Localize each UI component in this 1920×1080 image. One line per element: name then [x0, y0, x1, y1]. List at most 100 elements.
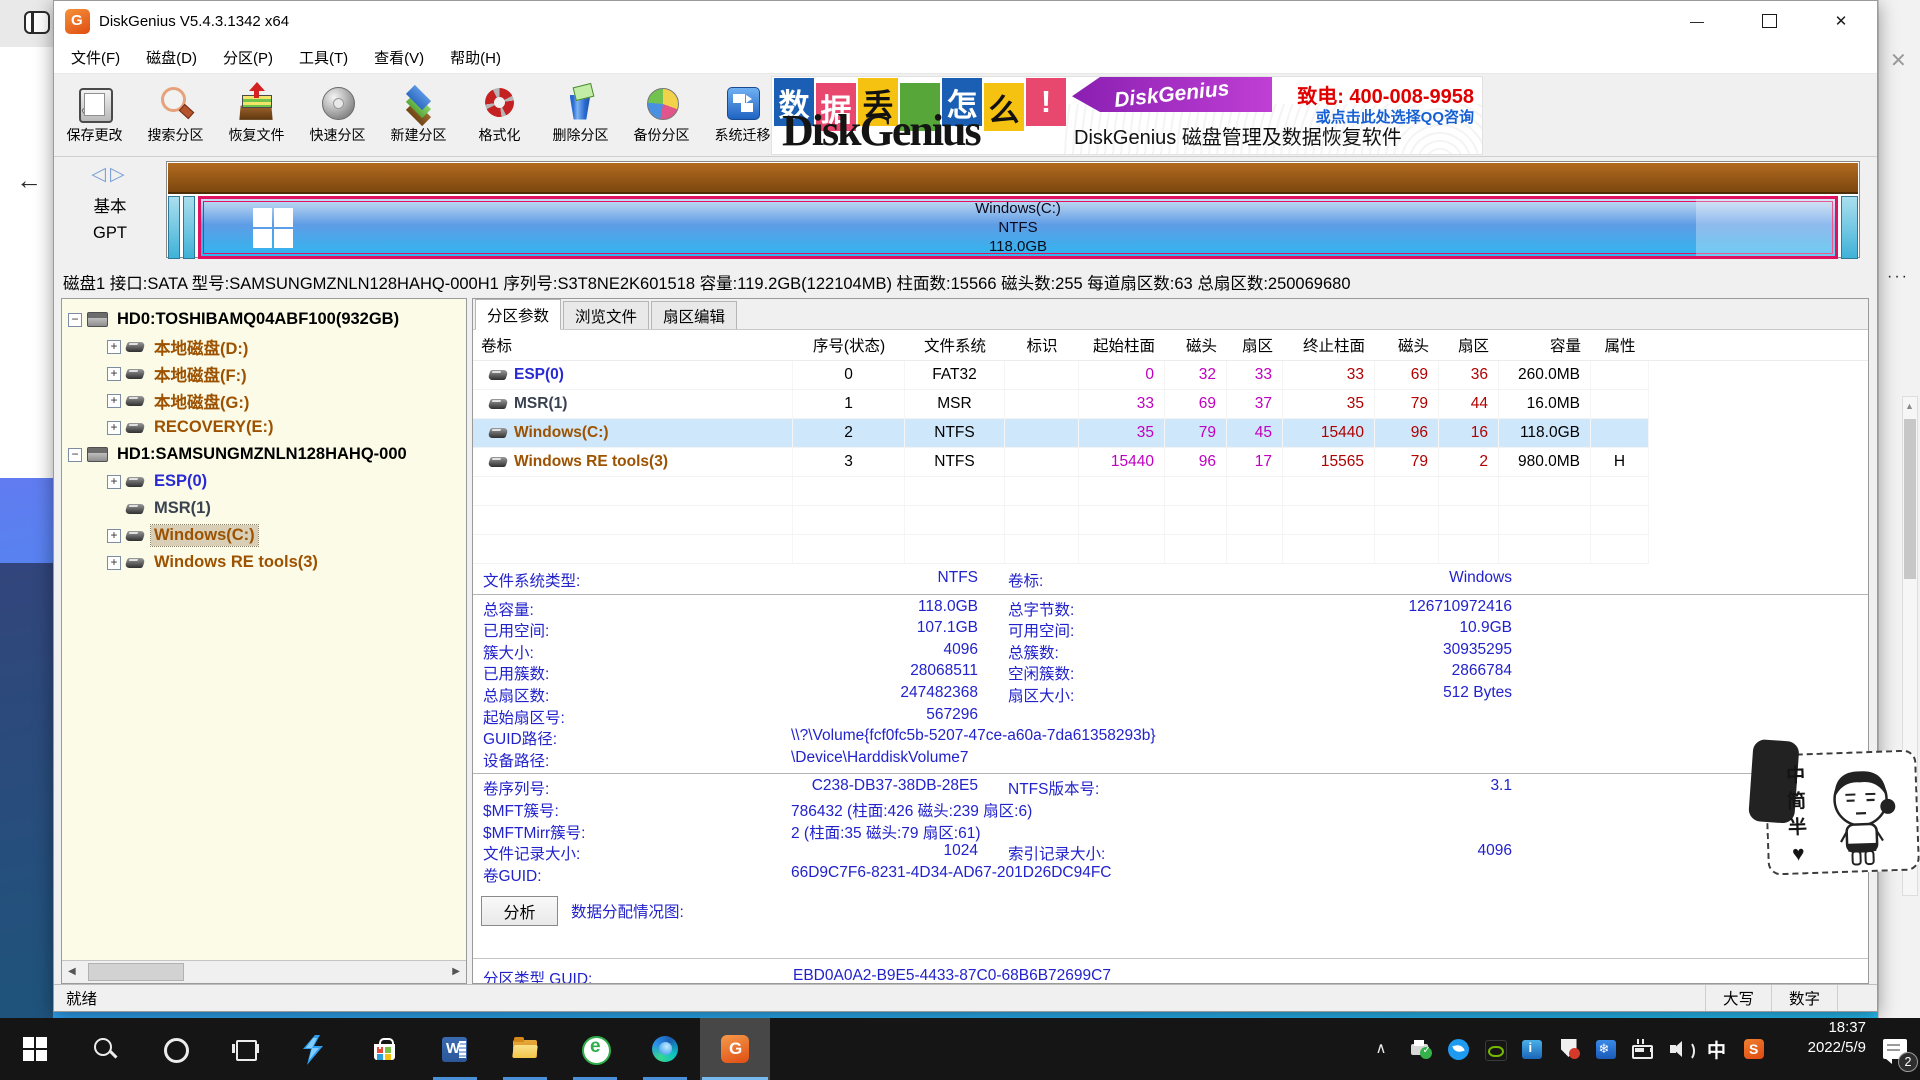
sidebar-item[interactable]: −HD0:TOSHIBAMQ04ABF100(932GB) — [62, 306, 466, 333]
tab-3[interactable]: 扇区编辑 — [651, 301, 737, 329]
disk-header-band — [168, 163, 1858, 194]
detail-value: 107.1GB — [653, 619, 978, 637]
intel-gpu-tray-button[interactable] — [1513, 1018, 1550, 1080]
snowflake-tray-button[interactable] — [1587, 1018, 1624, 1080]
menu-item-3[interactable]: 分区(P) — [210, 47, 286, 68]
sidebar-item[interactable]: +本地磁盘(G:) — [62, 387, 466, 414]
table-cell — [1005, 448, 1079, 476]
tree-horizontal-scrollbar[interactable] — [62, 960, 466, 983]
table-cell — [1499, 535, 1591, 563]
expand-icon[interactable]: + — [107, 340, 121, 354]
taskbar-clock[interactable]: 18:37 2022/5/9 — [1776, 1018, 1870, 1080]
expand-icon[interactable]: + — [107, 367, 121, 381]
sidebar-item[interactable]: +RECOVERY(E:) — [62, 414, 466, 441]
ime-zh-tray-button[interactable]: 中 — [1698, 1018, 1735, 1080]
maximize-button[interactable] — [1733, 1, 1805, 41]
sidebar-item[interactable]: +ESP(0) — [62, 468, 466, 495]
sidebar-item[interactable]: +本地磁盘(F:) — [62, 360, 466, 387]
menu-item-5[interactable]: 查看(V) — [361, 47, 437, 68]
task-view-button[interactable] — [210, 1018, 280, 1080]
sidebar-item[interactable]: +Windows RE tools(3) — [62, 549, 466, 576]
search-partition-button[interactable]: 搜索分区 — [135, 76, 216, 154]
scroll-thumb[interactable] — [88, 963, 184, 981]
quick-partition-button[interactable]: 快速分区 — [297, 76, 378, 154]
expand-icon[interactable]: + — [107, 421, 121, 435]
recover-files-button[interactable]: 恢复文件 — [216, 76, 297, 154]
word-button[interactable] — [420, 1018, 490, 1080]
partition-esp-bar[interactable] — [168, 196, 180, 259]
start-button[interactable] — [0, 1018, 70, 1080]
tray-expand-button[interactable] — [1365, 1018, 1402, 1080]
sidebar-item[interactable]: +本地磁盘(D:) — [62, 333, 466, 360]
search-button[interactable] — [70, 1018, 140, 1080]
table-row[interactable]: Windows(C:)2NTFS357945154409616118.0GB — [473, 419, 1649, 448]
table-cell — [1375, 535, 1439, 563]
table-cell — [905, 477, 1005, 505]
file-explorer-button[interactable] — [490, 1018, 560, 1080]
security-shield-tray-button[interactable] — [1550, 1018, 1587, 1080]
next-disk-icon[interactable]: ▷ — [110, 164, 129, 185]
close-button[interactable] — [1805, 1, 1877, 41]
prev-disk-icon[interactable]: ◁ — [91, 164, 110, 185]
analyze-button[interactable]: 分析 — [481, 896, 558, 926]
partition-winre-bar[interactable] — [1841, 196, 1858, 259]
sidebar-item[interactable]: MSR(1) — [62, 495, 466, 522]
tab-2[interactable]: 浏览文件 — [563, 301, 649, 329]
expand-icon[interactable]: + — [107, 475, 121, 489]
ellipsis-menu-icon[interactable]: ··· — [1887, 268, 1909, 286]
backup-partition-button[interactable]: 备份分区 — [621, 76, 702, 154]
ad-banner[interactable]: 数据丢怎么! DiskGenius DiskGenius 致电: 400-008… — [771, 76, 1483, 155]
status-grip — [1837, 985, 1877, 1011]
cartoon-character — [1812, 760, 1914, 868]
minimize-button[interactable] — [1661, 1, 1733, 41]
ime-floating-widget[interactable]: 中简半♥ — [1764, 749, 1920, 875]
sogou-tray-button[interactable] — [1735, 1018, 1772, 1080]
browser-green-button[interactable] — [560, 1018, 630, 1080]
nvidia-tray-button[interactable] — [1476, 1018, 1513, 1080]
diskgenius-button[interactable] — [700, 1018, 770, 1080]
partition-msr-bar[interactable] — [183, 196, 195, 259]
action-center-button[interactable]: 2 — [1870, 1018, 1920, 1080]
table-row[interactable]: ESP(0)0FAT3203233336936260.0MB — [473, 361, 1649, 390]
printer-tray-button[interactable] — [1402, 1018, 1439, 1080]
sidebar-item[interactable]: +Windows(C:) — [62, 522, 466, 549]
cortana-button[interactable] — [140, 1018, 210, 1080]
save-changes-button[interactable]: 保存更改 — [54, 76, 135, 154]
table-cell — [1591, 361, 1649, 389]
detail-value: 2866784 — [1163, 662, 1512, 680]
tab-1[interactable]: 分区参数 — [475, 299, 561, 330]
divider — [473, 958, 1868, 959]
table-row[interactable]: MSR(1)1MSR33693735794416.0MB — [473, 390, 1649, 419]
detail-value: 30935295 — [1163, 641, 1512, 659]
detail-label: NTFS版本号: — [1008, 777, 1099, 799]
expand-icon[interactable]: + — [107, 394, 121, 408]
menu-item-4[interactable]: 工具(T) — [286, 47, 361, 68]
edge-button[interactable] — [630, 1018, 700, 1080]
table-cell — [1283, 506, 1375, 534]
expand-icon[interactable]: + — [107, 556, 121, 570]
menu-item-2[interactable]: 磁盘(D) — [133, 47, 210, 68]
format-button[interactable]: 格式化 — [459, 76, 540, 154]
store-button[interactable] — [350, 1018, 420, 1080]
table-cell: 37 — [1227, 390, 1283, 418]
collapse-icon[interactable]: − — [68, 448, 82, 462]
new-partition-button[interactable]: 新建分区 — [378, 76, 459, 154]
detail-row: 簇大小:4096总簇数:30935295 — [473, 641, 1868, 663]
delete-partition-button[interactable]: 删除分区 — [540, 76, 621, 154]
menu-item-1[interactable]: 文件(F) — [58, 47, 133, 68]
dingtalk-tray-button[interactable] — [1439, 1018, 1476, 1080]
thunder-button[interactable] — [280, 1018, 350, 1080]
menu-item-6[interactable]: 帮助(H) — [437, 47, 514, 68]
background-close-icon[interactable]: ✕ — [1890, 48, 1907, 73]
tree-item-label: HD1:SAMSUNGMZNLN128HAHQ-000 — [114, 444, 410, 465]
table-cell: NTFS — [905, 419, 1005, 447]
expand-icon[interactable]: + — [107, 529, 121, 543]
table-row[interactable]: Windows RE tools(3)3NTFS1544096171556579… — [473, 448, 1649, 477]
battery-tray-button[interactable] — [1624, 1018, 1661, 1080]
sidebar-item[interactable]: − HD1:SAMSUNGMZNLN128HAHQ-000 — [62, 441, 466, 468]
toolbar-button-label: 快速分区 — [310, 125, 366, 145]
volume-tray-button[interactable] — [1661, 1018, 1698, 1080]
partition-windows-bar[interactable]: Windows(C:) NTFS 118.0GB — [198, 196, 1838, 259]
collapse-icon[interactable]: − — [68, 313, 82, 327]
detail-value: 28068511 — [653, 662, 978, 680]
